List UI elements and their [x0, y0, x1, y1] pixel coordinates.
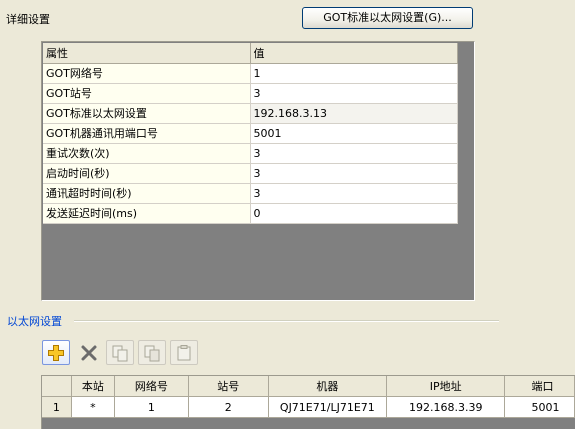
property-table-header: 属性 值 [43, 43, 458, 64]
ethernet-settings-divider [74, 320, 499, 322]
property-row-got-station[interactable]: GOT站号 3 [43, 83, 458, 104]
row-number[interactable]: 1 [42, 396, 72, 418]
clipboard-button[interactable] [170, 340, 198, 365]
delete-button[interactable] [75, 340, 103, 365]
property-row-retry[interactable]: 重试次数(次) 3 [43, 143, 458, 164]
delete-icon [81, 345, 97, 360]
ethernet-grid: 本站 网络号 站号 机器 IP地址 端口 1 * 1 2 QJ71E71/LJ7… [41, 375, 575, 429]
property-name: 通讯超时时间(秒) [43, 183, 251, 204]
property-value[interactable]: 192.168.3.13 [250, 103, 458, 124]
property-name: 重试次数(次) [43, 143, 251, 164]
add-icon [48, 344, 64, 361]
cell-port[interactable]: 5001 [504, 396, 575, 418]
copy-icon [112, 345, 128, 361]
property-name: GOT机器通讯用端口号 [43, 123, 251, 144]
property-table: 属性 值 GOT网络号 1 GOT站号 3 GOT标准以太网设置 192.168… [43, 43, 458, 224]
table-row[interactable]: 1 * 1 2 QJ71E71/LJ71E71 192.168.3.39 500… [42, 396, 575, 418]
property-value[interactable]: 1 [250, 63, 458, 84]
property-row-startup[interactable]: 启动时间(秒) 3 [43, 163, 458, 184]
cell-device[interactable]: QJ71E71/LJ71E71 [268, 396, 387, 418]
property-name: GOT网络号 [43, 63, 251, 84]
column-header-device[interactable]: 机器 [268, 376, 387, 397]
property-row-got-network[interactable]: GOT网络号 1 [43, 63, 458, 84]
property-value[interactable]: 3 [250, 83, 458, 104]
column-header-property: 属性 [43, 43, 251, 64]
column-header-network[interactable]: 网络号 [114, 376, 189, 397]
column-header-station[interactable]: 站号 [188, 376, 269, 397]
property-row-got-ethernet[interactable]: GOT标准以太网设置 192.168.3.13 [43, 103, 458, 124]
column-header-host[interactable]: 本站 [71, 376, 116, 397]
ethernet-table: 本站 网络号 站号 机器 IP地址 端口 1 * 1 2 QJ71E71/LJ7… [42, 376, 575, 418]
ethernet-table-header: 本站 网络号 站号 机器 IP地址 端口 [42, 376, 575, 397]
clipboard-icon [177, 344, 191, 360]
property-name: GOT站号 [43, 83, 251, 104]
property-name: 发送延迟时间(ms) [43, 203, 251, 224]
paste-button[interactable] [138, 340, 166, 365]
column-header-port[interactable]: 端口 [504, 376, 575, 397]
property-value[interactable]: 5001 [250, 123, 458, 144]
property-grid: 属性 值 GOT网络号 1 GOT站号 3 GOT标准以太网设置 192.168… [41, 41, 475, 301]
property-value[interactable]: 0 [250, 203, 458, 224]
property-value[interactable]: 3 [250, 163, 458, 184]
copy-button[interactable] [106, 340, 134, 365]
cell-station[interactable]: 2 [188, 396, 269, 418]
cell-ip-address[interactable]: 192.168.3.39 [386, 396, 506, 418]
property-row-timeout[interactable]: 通讯超时时间(秒) 3 [43, 183, 458, 204]
got-ethernet-settings-button[interactable]: GOT标准以太网设置(G)... [302, 7, 473, 29]
property-name: GOT标准以太网设置 [43, 103, 251, 124]
add-button[interactable] [42, 340, 70, 365]
paste-icon [144, 345, 160, 361]
detail-settings-title: 详细设置 [6, 13, 50, 26]
property-value[interactable]: 3 [250, 183, 458, 204]
property-row-port[interactable]: GOT机器通讯用端口号 5001 [43, 123, 458, 144]
property-row-send-delay[interactable]: 发送延迟时间(ms) 0 [43, 203, 458, 224]
column-header-row-number [42, 376, 72, 397]
ethernet-settings-title: 以太网设置 [7, 315, 62, 328]
cell-host[interactable]: * [71, 396, 116, 418]
column-header-value: 值 [250, 43, 458, 64]
column-header-ip-address[interactable]: IP地址 [386, 376, 506, 397]
property-value[interactable]: 3 [250, 143, 458, 164]
property-name: 启动时间(秒) [43, 163, 251, 184]
cell-network[interactable]: 1 [114, 396, 189, 418]
